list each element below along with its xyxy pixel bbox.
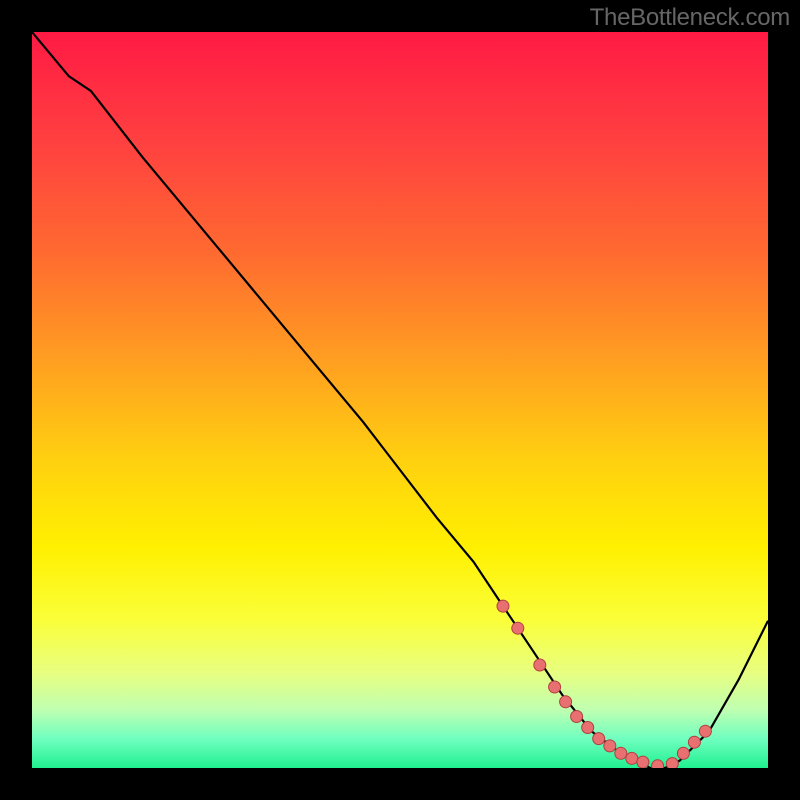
plot-area xyxy=(32,32,768,768)
chart-svg xyxy=(32,32,768,768)
marker-dot xyxy=(699,725,711,737)
marker-dot xyxy=(593,733,605,745)
marker-dot xyxy=(560,696,572,708)
marker-dot xyxy=(637,756,649,768)
marker-dot xyxy=(497,600,509,612)
watermark-text: TheBottleneck.com xyxy=(590,4,790,32)
marker-dot xyxy=(534,659,546,671)
marker-dot xyxy=(688,736,700,748)
marker-dot xyxy=(626,752,638,764)
marker-dot xyxy=(652,760,664,768)
marker-dot xyxy=(604,740,616,752)
marker-dot xyxy=(666,758,678,768)
marker-dot xyxy=(512,622,524,634)
gradient-background xyxy=(32,32,768,768)
marker-dot xyxy=(582,722,594,734)
marker-dot xyxy=(571,711,583,723)
marker-dot xyxy=(549,681,561,693)
marker-dot xyxy=(615,747,627,759)
marker-dot xyxy=(677,747,689,759)
chart-stage: TheBottleneck.com xyxy=(0,0,800,800)
